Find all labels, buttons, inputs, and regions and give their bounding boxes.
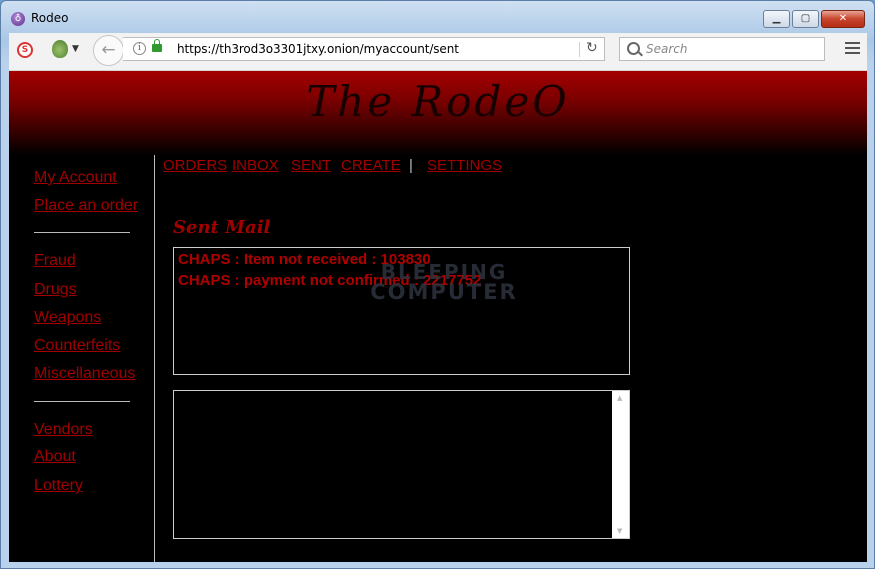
- scroll-up-icon[interactable]: ▲: [617, 394, 622, 402]
- noscript-icon[interactable]: S: [17, 42, 33, 58]
- site-logo-title: The RodeO: [306, 77, 570, 126]
- sidebar-item-vendors[interactable]: Vendors: [34, 421, 93, 439]
- sidebar-item-lottery[interactable]: Lottery: [34, 477, 83, 495]
- nav-orders[interactable]: ORDERS: [163, 157, 227, 174]
- url-divider: [579, 42, 580, 57]
- close-button[interactable]: ✕: [821, 10, 865, 28]
- sidebar-item-my-account[interactable]: My Account: [34, 169, 117, 187]
- search-input[interactable]: Search: [619, 37, 825, 61]
- maximize-button[interactable]: ▢: [792, 10, 819, 28]
- sidebar-item-drugs[interactable]: Drugs: [34, 281, 77, 299]
- sidebar-item-about[interactable]: About: [34, 448, 76, 466]
- lock-icon: [152, 39, 162, 52]
- title-bar[interactable]: ♁ Rodeo ▁ ▢ ✕: [1, 1, 874, 33]
- browser-window: ♁ Rodeo ▁ ▢ ✕ S ▼ ← i https://th3rod3o33…: [0, 0, 875, 569]
- minimize-button[interactable]: ▁: [763, 10, 790, 28]
- web-page: The RodeO My Account Place an order Frau…: [9, 71, 867, 562]
- message-view-textarea[interactable]: ▲ ▼: [173, 390, 630, 539]
- hamburger-menu-icon[interactable]: [845, 42, 860, 57]
- window-title: Rodeo: [31, 11, 69, 25]
- watermark-line: BLEEPING: [380, 260, 508, 284]
- nav-settings[interactable]: SETTINGS: [427, 157, 502, 174]
- watermark-line: COMPUTER: [370, 280, 518, 304]
- sidebar: My Account Place an order Fraud Drugs We…: [9, 155, 155, 562]
- sidebar-divider: [34, 232, 130, 233]
- site-banner: The RodeO: [9, 71, 867, 155]
- reload-icon[interactable]: ↻: [586, 40, 598, 56]
- url-bar[interactable]: i https://th3rod3o3301jtxy.onion/myaccou…: [123, 37, 605, 61]
- nav-sent[interactable]: SENT: [291, 157, 331, 174]
- nav-create[interactable]: CREATE: [341, 157, 401, 174]
- window-controls: ▁ ▢ ✕: [761, 10, 865, 28]
- watermark: BLEEPING COMPUTER: [349, 260, 539, 304]
- sidebar-item-counterfeits[interactable]: Counterfeits: [34, 337, 120, 355]
- sidebar-item-place-order[interactable]: Place an order: [34, 197, 138, 215]
- back-button[interactable]: ←: [93, 35, 124, 66]
- browser-toolbar: S ▼ ← i https://th3rod3o3301jtxy.onion/m…: [9, 33, 867, 71]
- tor-onion-icon[interactable]: [52, 40, 68, 58]
- tor-browser-icon: ♁: [11, 12, 25, 26]
- search-icon: [627, 42, 640, 55]
- search-placeholder: Search: [646, 42, 688, 56]
- sidebar-item-miscellaneous[interactable]: Miscellaneous: [34, 365, 135, 383]
- sidebar-divider: [34, 401, 130, 402]
- nav-inbox[interactable]: INBOX: [232, 157, 279, 174]
- url-text[interactable]: https://th3rod3o3301jtxy.onion/myaccount…: [177, 42, 459, 56]
- chevron-down-icon[interactable]: ▼: [72, 44, 79, 54]
- sidebar-item-weapons[interactable]: Weapons: [34, 309, 101, 327]
- page-title: Sent Mail: [173, 217, 271, 238]
- nav-separator: |: [409, 157, 413, 174]
- info-icon[interactable]: i: [133, 42, 146, 55]
- scroll-down-icon[interactable]: ▼: [617, 527, 622, 535]
- sidebar-item-fraud[interactable]: Fraud: [34, 252, 76, 270]
- scrollbar[interactable]: ▲ ▼: [612, 391, 629, 538]
